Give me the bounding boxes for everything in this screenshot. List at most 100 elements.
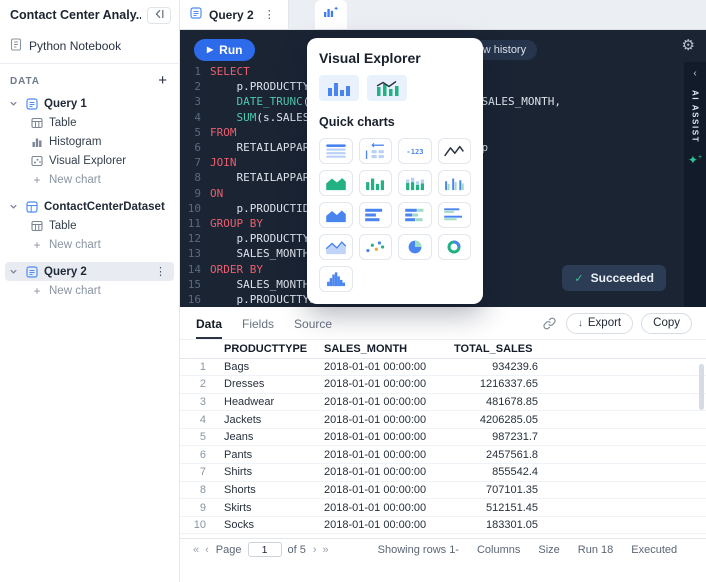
query-icon — [25, 266, 39, 278]
sidebar-item-visual-explorer[interactable]: Visual Explorer — [26, 151, 174, 170]
chevron-down-icon[interactable] — [9, 202, 20, 211]
sidebar-item-new-chart[interactable]: +New chart — [26, 281, 174, 300]
bar-chart-thumbnail[interactable] — [319, 75, 359, 101]
table-scrollbar[interactable] — [699, 364, 704, 410]
line-number: 11 — [180, 216, 210, 231]
collapse-panel-icon — [153, 6, 165, 24]
bar-chart-icon[interactable] — [359, 202, 393, 228]
table-cell: 2018-01-01 00:00:00 — [316, 411, 446, 429]
query-icon — [190, 7, 202, 22]
table-row[interactable]: 2Dresses2018-01-01 00:00:001216337.65 — [180, 376, 706, 394]
executed-label[interactable]: Executed — [631, 544, 677, 556]
single-value-icon[interactable]: -123 — [398, 138, 432, 164]
run-button[interactable]: ▶ Run — [194, 39, 255, 61]
table-cell: 2018-01-01 00:00:00 — [316, 446, 446, 464]
sidebar-item-query-1[interactable]: Query 1 — [5, 94, 174, 113]
donut-chart-icon[interactable] — [438, 234, 472, 260]
data-table-icon[interactable] — [319, 138, 353, 164]
table-cell: 855542.4 — [446, 464, 546, 482]
area-chart-gradient-icon[interactable] — [319, 234, 353, 260]
table-row[interactable]: 7Shirts2018-01-01 00:00:00855542.4 — [180, 464, 706, 482]
column-header[interactable]: PRODUCTTYPE — [216, 340, 316, 358]
row-number: 7 — [180, 464, 216, 482]
scatter-plot-icon[interactable] — [359, 234, 393, 260]
columns-label[interactable]: Columns — [477, 544, 520, 556]
chevron-down-icon[interactable] — [9, 267, 20, 276]
chevron-left-icon[interactable]: ‹ — [693, 68, 696, 79]
download-icon: ↓ — [578, 318, 583, 329]
area-chart-green-icon[interactable] — [319, 170, 353, 196]
histogram-chart-icon[interactable] — [319, 266, 353, 292]
run-stat[interactable]: Run 18 — [578, 544, 614, 556]
line-chart-icon[interactable] — [438, 138, 472, 164]
table-row[interactable]: 1Bags2018-01-01 00:00:00934239.6 — [180, 358, 706, 376]
tab-query-2[interactable]: Query 2 ⋮ — [180, 0, 289, 29]
quick-charts-grid: -123 — [319, 138, 471, 292]
prev-page-button[interactable]: ‹ — [202, 544, 212, 556]
svg-text:-123: -123 — [406, 147, 423, 156]
page-input[interactable] — [248, 542, 282, 557]
sidebar-item-query-2[interactable]: Query 2⋮ — [5, 262, 174, 281]
grouped-bar-chart-icon[interactable] — [438, 202, 472, 228]
table-row[interactable]: 10Socks2018-01-01 00:00:00183301.05 — [180, 516, 706, 534]
line-number: 10 — [180, 201, 210, 216]
next-page-button[interactable]: › — [310, 544, 320, 556]
first-page-button[interactable]: « — [190, 544, 202, 556]
results-panel: Data Fields Source ↓ Export Copy PRODUCT… — [180, 307, 706, 560]
table-row[interactable]: 9Skirts2018-01-01 00:00:00512151.45 — [180, 499, 706, 517]
table-row[interactable]: 4Jackets2018-01-01 00:00:004206285.05 — [180, 411, 706, 429]
add-data-button[interactable]: + — [158, 75, 167, 87]
tab-kebab-menu-icon[interactable]: ⋮ — [261, 8, 278, 21]
gear-icon[interactable]: ⚙ — [682, 38, 695, 53]
pie-chart-icon[interactable] — [398, 234, 432, 260]
column-header[interactable]: TOTAL_SALES — [446, 340, 546, 358]
collapse-sidebar-button[interactable] — [147, 7, 171, 24]
sidebar-item-table[interactable]: Table — [26, 113, 174, 132]
link-icon[interactable] — [543, 317, 556, 330]
row-number-header — [180, 340, 216, 358]
plus-icon: + — [30, 173, 44, 187]
sidebar-item-new-chart[interactable]: +New chart — [26, 235, 174, 254]
code-token: ON — [210, 187, 223, 200]
plus-icon: + — [30, 238, 44, 252]
tab-data[interactable]: Data — [196, 308, 222, 339]
chevron-down-icon[interactable] — [9, 99, 20, 108]
sidebar-item-table[interactable]: Table — [26, 216, 174, 235]
copy-button[interactable]: Copy — [641, 313, 692, 334]
sparkle-icon[interactable]: ✦+ — [688, 154, 702, 166]
tab-fields[interactable]: Fields — [242, 308, 274, 339]
table-row[interactable]: 6Pants2018-01-01 00:00:002457561.8 — [180, 446, 706, 464]
popup-title: Visual Explorer — [319, 50, 471, 66]
column-header[interactable]: SALES_MONTH — [316, 340, 446, 358]
tab-source[interactable]: Source — [294, 308, 332, 339]
combo-chart-thumbnail[interactable] — [367, 75, 407, 101]
table-row[interactable]: 5Jeans2018-01-01 00:00:00987231.7 — [180, 428, 706, 446]
table-cell: 2018-01-01 00:00:00 — [316, 376, 446, 394]
last-page-button[interactable]: » — [320, 544, 332, 556]
new-chart-tab-button[interactable] — [315, 0, 347, 29]
line-number: 13 — [180, 246, 210, 261]
sidebar-item-contactcenterdataset[interactable]: ContactCenterDataset — [5, 197, 174, 216]
area-chart-blue-icon[interactable] — [319, 202, 353, 228]
table-row[interactable]: 3Headwear2018-01-01 00:00:00481678.85 — [180, 393, 706, 411]
stacked-bar-chart-icon[interactable] — [398, 202, 432, 228]
sidebar-item-histogram[interactable]: Histogram — [26, 132, 174, 151]
table-row[interactable]: 8Shorts2018-01-01 00:00:00707101.35 — [180, 481, 706, 499]
sidebar-header: Contact Center Analy... — [0, 0, 179, 30]
pivot-table-icon[interactable] — [359, 138, 393, 164]
grouped-column-chart-icon[interactable] — [438, 170, 472, 196]
row-number: 10 — [180, 516, 216, 534]
column-chart-icon[interactable] — [359, 170, 393, 196]
code-token — [210, 111, 237, 124]
sidebar-item-new-chart[interactable]: +New chart — [26, 170, 174, 189]
size-label[interactable]: Size — [538, 544, 559, 556]
code-text: FROM — [210, 125, 237, 140]
status-badge: ✓ Succeeded — [562, 265, 666, 291]
sidebar-item-python-notebook[interactable]: Python Notebook — [10, 38, 171, 54]
stacked-column-chart-icon[interactable] — [398, 170, 432, 196]
play-icon: ▶ — [207, 46, 213, 54]
export-button[interactable]: ↓ Export — [566, 313, 633, 334]
kebab-menu-icon[interactable]: ⋮ — [152, 265, 169, 278]
tree-item-label: Table — [49, 220, 169, 232]
ai-assist-panel[interactable]: ‹ AI ASSIST ✦+ — [684, 62, 706, 307]
